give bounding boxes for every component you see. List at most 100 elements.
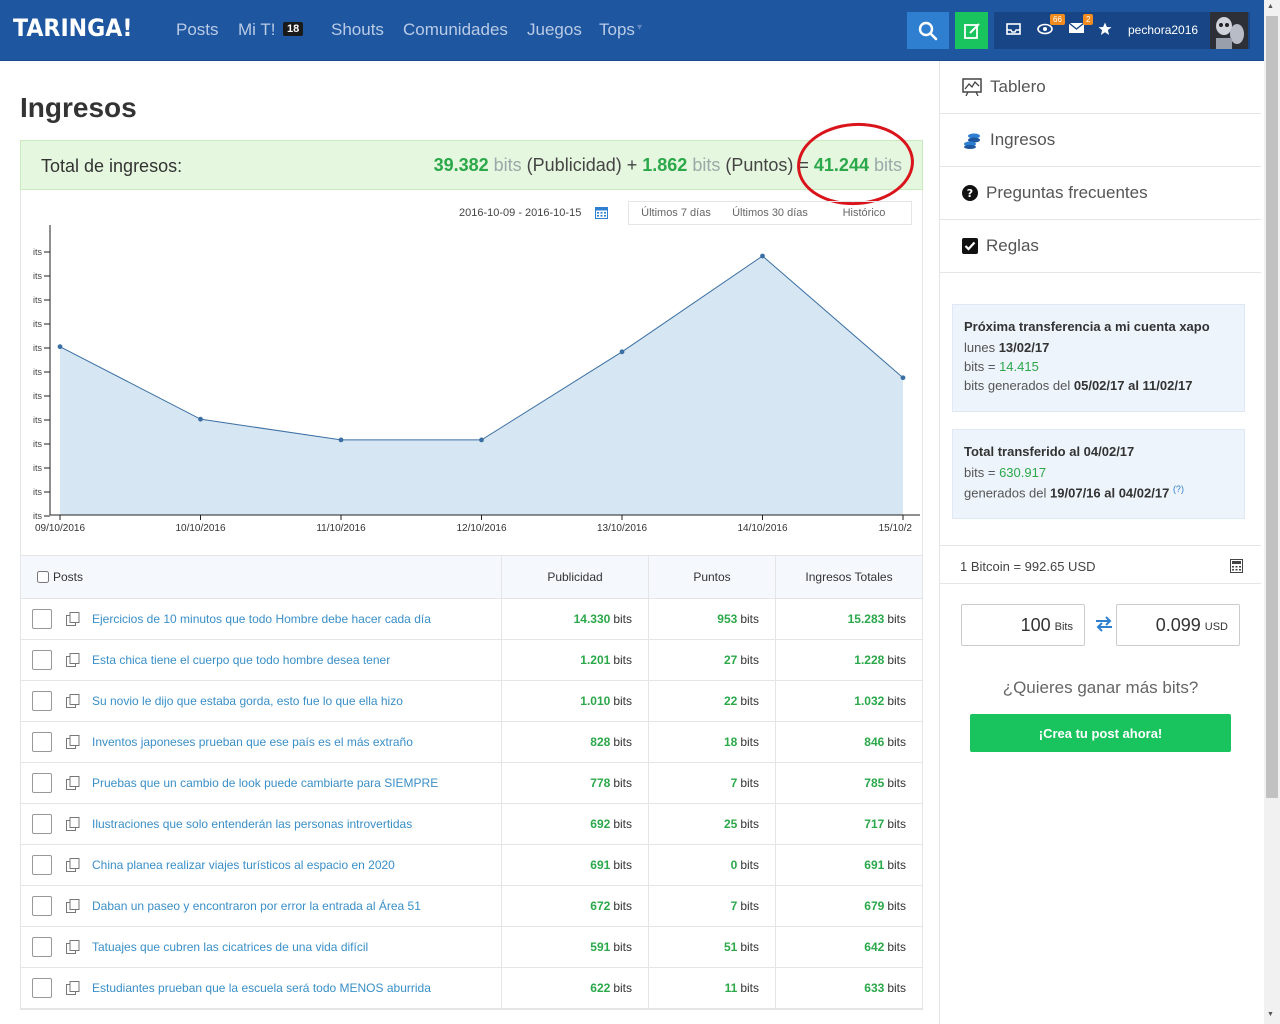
- row-checkbox[interactable]: [32, 814, 52, 834]
- page-scrollbar[interactable]: ▲ ▼: [1264, 0, 1280, 1024]
- post-title-link[interactable]: Daban un paseo y encontraron por error l…: [92, 899, 421, 913]
- calculator-icon[interactable]: [1230, 559, 1243, 573]
- puntos-cell: 51 bits: [648, 927, 775, 967]
- date-range-label[interactable]: 2016-10-09 - 2016-10-15: [459, 207, 581, 219]
- x-tick-label: 13/10/2016: [597, 523, 647, 534]
- x-tick-label: 09/10/2016: [35, 523, 85, 534]
- y-tick-label: its: [33, 391, 43, 401]
- search-button[interactable]: [907, 12, 949, 49]
- x-tick-label: 12/10/2016: [456, 523, 506, 534]
- row-checkbox[interactable]: [32, 773, 52, 793]
- range-7-days[interactable]: Últimos 7 días: [629, 202, 723, 224]
- total-transfer-box: Total transferido al 04/02/17 bits = 630…: [952, 429, 1245, 520]
- y-tick-label: its: [33, 367, 43, 377]
- x-tick-label: 11/10/2016: [316, 523, 366, 534]
- create-post-button[interactable]: ¡Crea tu post ahora!: [970, 714, 1231, 752]
- post-title-link[interactable]: Ilustraciones que solo entenderán las pe…: [92, 817, 412, 831]
- data-point[interactable]: [900, 375, 906, 381]
- puntos-cell: 25 bits: [648, 804, 775, 844]
- y-tick-label: its: [33, 463, 43, 473]
- range-30-days[interactable]: Últimos 30 días: [723, 202, 817, 224]
- post-cell: Su novio le dijo que estaba gorda, esto …: [21, 681, 501, 721]
- mail-icon[interactable]: [1069, 22, 1084, 34]
- copy-icon: [66, 858, 80, 872]
- copy-icon: [66, 817, 80, 831]
- checkbox-checked-icon: [962, 238, 978, 254]
- question-circle-icon: ?: [962, 185, 978, 201]
- divider: [940, 583, 1261, 584]
- star-icon[interactable]: [1098, 22, 1112, 36]
- avatar[interactable]: [1210, 12, 1248, 49]
- row-checkbox[interactable]: [32, 855, 52, 875]
- post-title-link[interactable]: Ejercicios de 10 minutos que todo Hombre…: [92, 612, 431, 626]
- sidebar-item-reglas[interactable]: Reglas: [940, 220, 1261, 273]
- sidebar-item-ingresos[interactable]: Ingresos: [940, 114, 1261, 167]
- post-title-link[interactable]: China planea realizar viajes turísticos …: [92, 858, 395, 872]
- bits-input[interactable]: 100 Bits: [961, 604, 1085, 646]
- data-point[interactable]: [619, 349, 625, 355]
- nav-juegos[interactable]: Juegos: [527, 20, 582, 40]
- puntos-cell: 0 bits: [648, 845, 775, 885]
- bitcoin-rate: 1 Bitcoin = 992.65 USD: [960, 559, 1096, 574]
- nav-tops[interactable]: Tops: [599, 20, 635, 40]
- inbox-icon[interactable]: [1006, 22, 1021, 36]
- row-checkbox[interactable]: [32, 691, 52, 711]
- nav-mi-t[interactable]: Mi T!: [238, 20, 275, 40]
- post-title-link[interactable]: Estudiantes prueban que la escuela será …: [92, 981, 431, 995]
- scroll-down-icon[interactable]: ▼: [1267, 1011, 1274, 1018]
- table-row: Inventos japoneses prueban que ese país …: [21, 722, 922, 763]
- row-checkbox[interactable]: [32, 650, 52, 670]
- taringa-logo[interactable]: TARINGA!: [13, 14, 132, 42]
- income-chart: its its its its its its its its its its its its 09/1…: [33, 225, 920, 534]
- sidebar-item-tablero[interactable]: Tablero: [940, 61, 1261, 114]
- range-historico[interactable]: Histórico: [817, 202, 911, 224]
- scroll-thumb[interactable]: [1266, 16, 1278, 798]
- data-point[interactable]: [760, 253, 765, 259]
- divider: [940, 545, 1261, 546]
- chevron-down-icon[interactable]: ▾: [637, 22, 642, 33]
- username[interactable]: pechora2016: [1128, 23, 1198, 37]
- total-cell: 785 bits: [775, 763, 922, 803]
- publicidad-unit: bits: [493, 155, 522, 175]
- help-link[interactable]: (?): [1173, 484, 1184, 494]
- scroll-up-icon[interactable]: ▲: [1267, 3, 1274, 10]
- y-tick-label: its: [33, 247, 43, 257]
- total-cell: 679 bits: [775, 886, 922, 926]
- nav-shouts[interactable]: Shouts: [331, 20, 384, 40]
- select-all-checkbox[interactable]: [37, 571, 49, 583]
- row-checkbox[interactable]: [32, 896, 52, 916]
- table-row: Pruebas que un cambio de look puede camb…: [21, 763, 922, 804]
- publicidad-cell: 14.330 bits: [501, 599, 648, 639]
- data-point[interactable]: [338, 437, 344, 443]
- new-post-button[interactable]: [955, 12, 988, 49]
- swap-icon[interactable]: [1095, 616, 1113, 632]
- usd-input[interactable]: 0.099 USD: [1116, 604, 1240, 646]
- post-title-link[interactable]: Pruebas que un cambio de look puede camb…: [92, 776, 438, 790]
- nav-posts[interactable]: Posts: [176, 20, 219, 40]
- publicidad-label: (Publicidad) +: [526, 155, 638, 175]
- header-puntos[interactable]: Puntos: [648, 556, 775, 598]
- messages-badge: 2: [1083, 14, 1094, 25]
- header-ingresos-totales[interactable]: Ingresos Totales: [775, 556, 922, 598]
- post-title-link[interactable]: Tatuajes que cubren las cicatrices de un…: [92, 940, 368, 954]
- header-publicidad[interactable]: Publicidad: [501, 556, 648, 598]
- data-point[interactable]: [479, 437, 484, 443]
- row-checkbox[interactable]: [32, 978, 52, 998]
- next-transfer-range: bits generados del 05/02/17 al 11/02/17: [964, 378, 1193, 393]
- edit-icon: [963, 22, 980, 39]
- calendar-icon[interactable]: [595, 206, 608, 219]
- next-transfer-box: Próxima transferencia a mi cuenta xapo l…: [952, 304, 1245, 412]
- row-checkbox[interactable]: [32, 937, 52, 957]
- row-checkbox[interactable]: [32, 609, 52, 629]
- sidebar-item-preguntas[interactable]: ? Preguntas frecuentes: [940, 167, 1261, 220]
- data-point[interactable]: [57, 344, 63, 350]
- nav-comunidades[interactable]: Comunidades: [403, 20, 508, 40]
- row-checkbox[interactable]: [32, 732, 52, 752]
- data-point[interactable]: [198, 416, 203, 422]
- post-title-link[interactable]: Inventos japoneses prueban que ese país …: [92, 735, 413, 749]
- dashboard-icon: [962, 78, 982, 96]
- publicidad-value: 39.382: [433, 155, 489, 175]
- post-title-link[interactable]: Su novio le dijo que estaba gorda, esto …: [92, 694, 403, 708]
- total-cell: 642 bits: [775, 927, 922, 967]
- post-title-link[interactable]: Esta chica tiene el cuerpo que todo homb…: [92, 653, 390, 667]
